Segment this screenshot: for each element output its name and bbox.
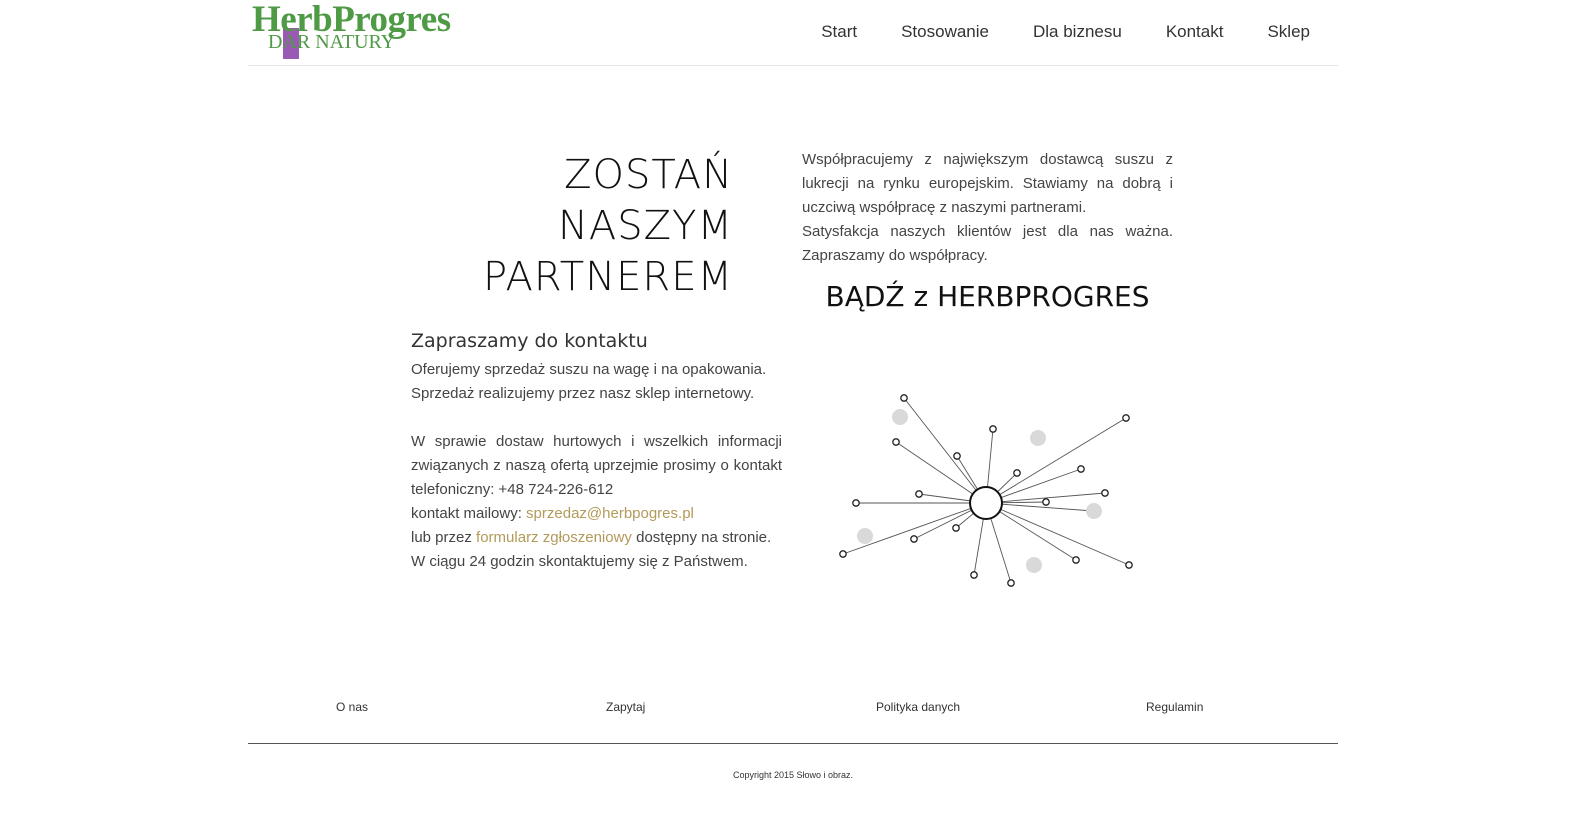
site-header: HerbProgres DAR NATURY Start Stosowanie … — [248, 0, 1338, 66]
copyright-text: Copyright 2015 Słowo i obraz. — [732, 770, 854, 780]
contact-mail-line: kontakt mailowy: sprzedaz@herbpogres.pl — [411, 502, 782, 526]
intro-paragraph: Satysfakcja naszych klientów jest dla na… — [802, 223, 1173, 264]
logo-sub-text: DAR NATURY — [268, 31, 396, 53]
intro-text: Współpracujemy z największym dostawcą su… — [802, 148, 1173, 268]
slogan-heading: BĄDŹ z HERBPROGRES — [825, 280, 1150, 313]
footer-link-polityka[interactable]: Polityka danych — [876, 700, 960, 714]
nav-item-sklep[interactable]: Sklep — [1267, 21, 1310, 43]
contact-heading: Zapraszamy do kontaktu — [411, 330, 648, 352]
hero-line: NASZYM — [557, 203, 733, 249]
network-center-node — [969, 486, 1003, 520]
form-suffix: dostępny na stronie. — [631, 529, 772, 546]
contact-line: Sprzedaż realizujemy przez nasz sklep in… — [411, 385, 755, 402]
form-prefix: lub przez — [411, 529, 477, 546]
footer-link-zapytaj[interactable]: Zapytaj — [606, 700, 645, 714]
nav-item-stosowanie[interactable]: Stosowanie — [901, 21, 989, 43]
mail-label: kontakt mailowy: — [411, 505, 527, 522]
form-link[interactable]: formularz zgłoszeniowy — [476, 529, 632, 546]
nav-item-start[interactable]: Start — [821, 21, 857, 43]
nav-item-kontakt[interactable]: Kontakt — [1166, 21, 1224, 43]
contact-paragraph: W sprawie dostaw hurtowych i wszelkich i… — [411, 433, 782, 498]
footer-divider — [248, 743, 1338, 744]
network-graphic — [839, 394, 1133, 587]
main-nav: Start Stosowanie Dla biznesu Kontakt Skl… — [777, 21, 1310, 43]
footer-links: O nas Zapytaj Polityka danych Regulamin — [248, 700, 1338, 720]
intro-paragraph: Współpracujemy z największym dostawcą su… — [802, 151, 1173, 216]
contact-form-line: lub przez formularz zgłoszeniowy dostępn… — [411, 526, 782, 550]
email-link[interactable]: sprzedaz@herbpogres.pl — [526, 505, 694, 522]
contact-line: W ciągu 24 godzin skontaktujemy się z Pa… — [411, 553, 748, 570]
footer-link-o-nas[interactable]: O nas — [336, 700, 368, 714]
contact-line: Oferujemy sprzedaż suszu na wagę i na op… — [411, 361, 767, 378]
nav-item-dla-biznesu[interactable]: Dla biznesu — [1033, 21, 1122, 43]
footer-link-regulamin[interactable]: Regulamin — [1146, 700, 1203, 714]
hero-title: ZOSTAŃ NASZYM PARTNEREM — [408, 150, 733, 303]
page-wrapper: HerbProgres DAR NATURY Start Stosowanie … — [248, 0, 1338, 816]
logo[interactable]: HerbProgres DAR NATURY — [252, 0, 482, 62]
hero-line: PARTNEREM — [482, 254, 733, 300]
hero-line: ZOSTAŃ — [564, 152, 733, 198]
contact-body: Oferujemy sprzedaż suszu na wagę i na op… — [411, 358, 782, 574]
